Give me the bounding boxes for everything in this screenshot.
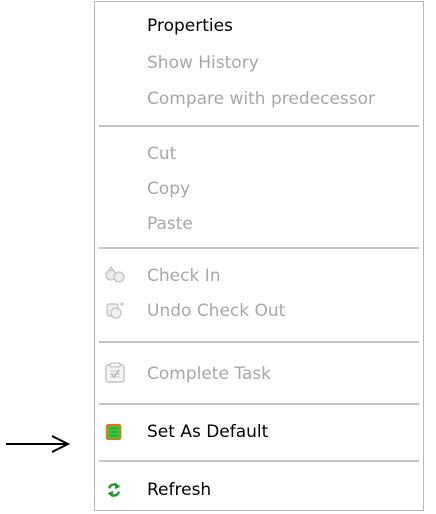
menu-item-label: Properties <box>147 16 233 36</box>
menu-item-properties[interactable]: Properties <box>95 9 423 43</box>
menu-separator <box>99 460 419 462</box>
complete-task-icon <box>105 362 125 383</box>
menu-item-cut[interactable]: Cut <box>95 137 423 171</box>
menu-separator <box>99 125 419 127</box>
menu-item-label: Show History <box>147 53 259 73</box>
set-default-icon <box>105 423 122 441</box>
context-menu: Properties Show History Compare with pre… <box>94 1 424 511</box>
menu-item-label: Copy <box>147 179 191 199</box>
menu-item-label: Set As Default <box>147 422 269 442</box>
menu-item-compare-with-predecessor[interactable]: Compare with predecessor <box>95 82 423 116</box>
menu-item-complete-task[interactable]: Complete Task <box>95 357 423 391</box>
menu-item-label: Refresh <box>147 480 212 500</box>
menu-item-label: Complete Task <box>147 364 272 384</box>
menu-item-set-as-default[interactable]: Set As Default <box>95 415 423 449</box>
menu-item-copy[interactable]: Copy <box>95 172 423 206</box>
menu-item-refresh[interactable]: Refresh <box>95 473 423 507</box>
undo-check-out-icon <box>106 302 124 319</box>
menu-item-label: Compare with predecessor <box>147 89 376 109</box>
menu-separator <box>99 403 419 405</box>
menu-item-label: Cut <box>147 144 177 164</box>
refresh-icon <box>107 482 121 498</box>
menu-item-paste[interactable]: Paste <box>95 207 423 241</box>
menu-item-undo-check-out[interactable]: Undo Check Out <box>95 294 423 328</box>
menu-separator <box>99 341 419 343</box>
check-in-icon <box>105 266 125 283</box>
menu-item-check-in[interactable]: Check In <box>95 259 423 293</box>
menu-item-show-history[interactable]: Show History <box>95 46 423 80</box>
menu-item-label: Check In <box>147 266 221 286</box>
menu-item-label: Undo Check Out <box>147 301 286 321</box>
arrow-right-icon <box>6 435 71 453</box>
menu-separator <box>99 247 419 249</box>
menu-item-label: Paste <box>147 214 193 234</box>
